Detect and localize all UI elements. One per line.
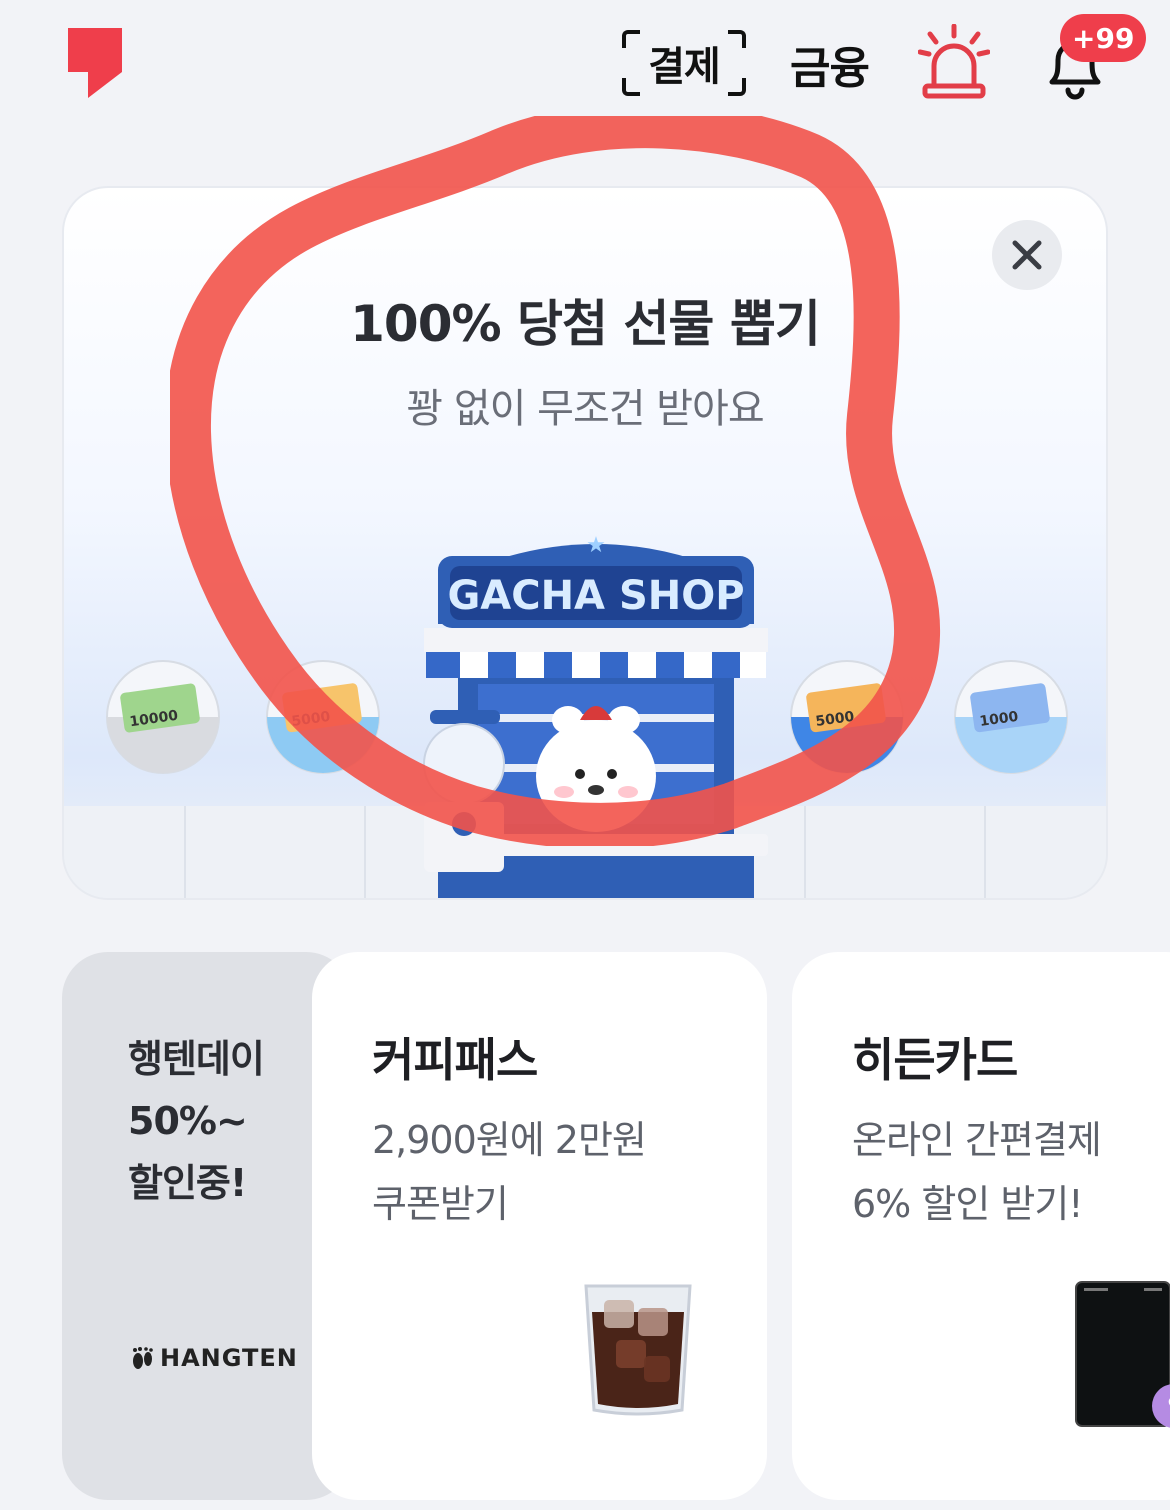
banner-title: 100% 당첨 선물 뽑기	[350, 295, 821, 353]
hangten-line-1: 행텐데이	[128, 1037, 265, 1081]
hangten-logo: HANGTEN	[130, 1344, 298, 1372]
iced-coffee-icon	[584, 1284, 692, 1416]
finance-button[interactable]: 금융	[790, 34, 870, 94]
banner-subtitle: 꽝 없이 무조건 받아요	[406, 386, 764, 432]
hidden-card-desc-line-1: 온라인 간편결제	[852, 1118, 1102, 1162]
hidden-card-desc-line-2: 6% 할인 받기!	[852, 1182, 1084, 1226]
footprint-icon	[133, 1347, 153, 1369]
notification-badge: +99	[1060, 14, 1147, 62]
payment-button[interactable]: 결제	[622, 30, 746, 96]
close-button[interactable]	[992, 220, 1062, 290]
gacha-banner[interactable]: 100% 당첨 선물 뽑기 꽝 없이 무조건 받아요 10000 5000 50…	[62, 186, 1108, 900]
coffee-pass-card[interactable]: 커피패스 2,900원에 2만원 쿠폰받기	[312, 952, 767, 1500]
capsule-green-note: 10000	[106, 660, 220, 774]
capsule-blue-note: 1000	[954, 660, 1068, 774]
gacha-shop-illustration: GACHA SHOP ★	[423, 533, 768, 898]
hangten-promo-text: 행텐데이 50%~ 할인중!	[128, 1028, 265, 1214]
hangten-brand: HANGTEN	[160, 1344, 298, 1372]
app-logo[interactable]	[68, 28, 122, 98]
coffee-pass-desc-line-1: 2,900원에 2만원	[372, 1118, 647, 1162]
capsule-orange-note-right: 5000	[790, 660, 904, 774]
svg-text:★: ★	[586, 533, 606, 558]
credit-card-image: %	[1075, 1281, 1170, 1428]
hidden-card-desc: 온라인 간편결제 6% 할인 받기!	[852, 1108, 1102, 1236]
coffee-pass-desc: 2,900원에 2만원 쿠폰받기	[372, 1108, 647, 1236]
finance-label: 금융	[790, 43, 870, 94]
hidden-card-title: 히든카드	[852, 1033, 1018, 1087]
siren-icon[interactable]	[917, 23, 991, 100]
coffee-pass-desc-line-2: 쿠폰받기	[372, 1182, 509, 1226]
capsule-orange-note: 5000	[266, 660, 380, 774]
coffee-pass-title: 커피패스	[372, 1033, 538, 1087]
hidden-card-card[interactable]: 히든카드 온라인 간편결제 6% 할인 받기! %	[792, 952, 1170, 1500]
hangten-promo-card[interactable]: 행텐데이 50%~ 할인중! HANGTEN	[62, 952, 352, 1500]
close-icon	[1012, 240, 1042, 270]
payment-label: 결제	[648, 44, 721, 90]
shop-sign: GACHA SHOP	[447, 573, 744, 619]
hangten-line-2: 50%~	[128, 1099, 248, 1143]
hangten-line-3: 할인중!	[128, 1161, 247, 1205]
